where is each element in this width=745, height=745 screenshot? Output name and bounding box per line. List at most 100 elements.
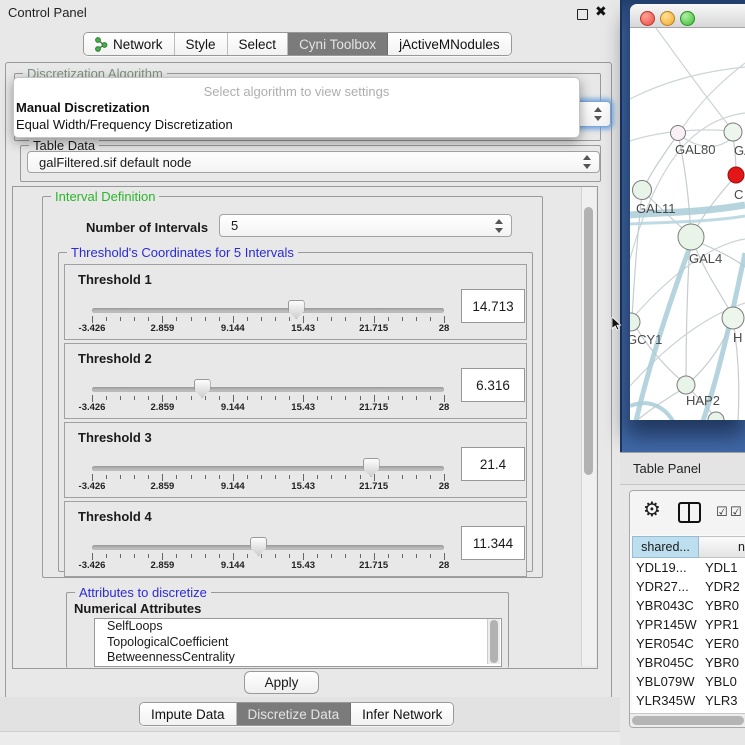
- tab-jactivemnodules[interactable]: jActiveMNodules: [388, 33, 511, 55]
- table-hscrollbar-thumb[interactable]: [632, 716, 744, 725]
- network-node-gal4[interactable]: [678, 224, 704, 250]
- tab-label: Network: [113, 37, 163, 52]
- cyni-bottom-tabbar: Impute DataDiscretize Data Infer Network: [139, 702, 454, 726]
- zoom-traffic-light-icon[interactable]: [680, 11, 695, 26]
- tick-mark: [402, 554, 403, 558]
- tick-mark: [120, 396, 121, 400]
- numerical-attributes-list[interactable]: SelfLoopsTopologicalCoefficientBetweenne…: [94, 618, 502, 667]
- slider-thumb[interactable]: [250, 537, 267, 556]
- settings-scrollbar[interactable]: [581, 187, 596, 666]
- gear-icon[interactable]: ⚙: [643, 497, 661, 522]
- tick-mark: [120, 317, 121, 321]
- threshold-slider[interactable]: -3.4262.8599.14415.4321.71528: [92, 502, 444, 576]
- threshold-value-field[interactable]: 6.316: [461, 368, 525, 402]
- tick-mark: [233, 395, 234, 402]
- slider-track[interactable]: [92, 545, 444, 550]
- columns-icon[interactable]: [678, 502, 701, 523]
- table-row[interactable]: YDL19...YDL1: [632, 558, 745, 577]
- network-window[interactable]: GAL80GACGAL11GAL4GCY1HHAP2: [630, 4, 745, 420]
- control-panel-tabbar: Network Style SelectCyni ToolboxjActiveMNo…: [83, 32, 512, 56]
- node-label: GAL80: [675, 142, 715, 157]
- table-row[interactable]: YPR145WYPR1: [632, 615, 745, 634]
- network-node-hap2[interactable]: [677, 376, 695, 394]
- tick-mark: [345, 396, 346, 400]
- close-traffic-light-icon[interactable]: [640, 11, 655, 26]
- table-hscrollbar[interactable]: [630, 713, 745, 727]
- tab-infer-network[interactable]: Infer Network: [351, 703, 453, 725]
- cell-shared-name: YPR145W: [632, 615, 701, 634]
- attributes-scrollbar[interactable]: [487, 619, 500, 664]
- slider-track[interactable]: [92, 308, 444, 313]
- network-node-gal11[interactable]: [633, 181, 652, 200]
- apply-button[interactable]: Apply: [244, 671, 319, 694]
- tick-mark: [261, 554, 262, 558]
- slider-thumb[interactable]: [194, 379, 211, 398]
- combo-stepper-icon: [583, 155, 592, 169]
- dropdown-option[interactable]: Equal Width/Frequency Discretization: [14, 116, 579, 133]
- tick-mark: [106, 396, 107, 400]
- column-header-name[interactable]: na: [699, 536, 745, 558]
- table-row[interactable]: YBR043CYBR0: [632, 596, 745, 615]
- threshold-slider[interactable]: -3.4262.8599.14415.4321.71528: [92, 423, 444, 497]
- network-node-h[interactable]: [722, 307, 744, 329]
- slider-thumb[interactable]: [363, 458, 380, 477]
- minimize-traffic-light-icon[interactable]: [660, 11, 675, 26]
- tab-label: Style: [186, 37, 216, 52]
- network-node-ga[interactable]: [724, 123, 742, 141]
- table-row[interactable]: YBR045CYBR0: [632, 653, 745, 672]
- slider-thumb[interactable]: [288, 300, 305, 319]
- tick-mark: [402, 475, 403, 479]
- threshold-value-field[interactable]: 14.713: [461, 289, 525, 323]
- threshold-slider[interactable]: -3.4262.8599.14415.4321.71528: [92, 265, 444, 339]
- close-icon[interactable]: ✖: [595, 3, 607, 20]
- attribute-list-item[interactable]: TopologicalCoefficient: [95, 635, 501, 651]
- tab-style[interactable]: Style: [175, 33, 228, 55]
- attribute-list-item[interactable]: BetweennessCentrality: [95, 650, 501, 666]
- node-label: GCY1: [630, 332, 662, 347]
- network-node-gcy1[interactable]: [630, 313, 640, 331]
- cell-shared-name: YBL079W: [632, 672, 701, 691]
- network-icon: [95, 37, 108, 52]
- tab-impute-data[interactable]: Impute Data: [140, 703, 237, 725]
- network-node-c[interactable]: [728, 167, 744, 183]
- tick-label: 15.43: [291, 481, 315, 492]
- network-window-titlebar[interactable]: [630, 4, 745, 28]
- attribute-list-item[interactable]: SelfLoops: [95, 619, 501, 635]
- table-data-combobox[interactable]: galFiltered.sif default node: [27, 151, 600, 173]
- cell-name: YLR3: [701, 691, 738, 710]
- network-node[interactable]: [708, 412, 724, 420]
- table-row[interactable]: YDR27...YDR2: [632, 577, 745, 596]
- table-row[interactable]: YER054CYER0: [632, 634, 745, 653]
- float-window-icon[interactable]: [577, 9, 588, 20]
- table-row[interactable]: YLR345WYLR3: [632, 691, 745, 710]
- settings-scrollbar-thumb[interactable]: [584, 207, 593, 475]
- threshold-row: Threshold 2-3.4262.8599.14415.4321.71528…: [64, 343, 527, 419]
- checkbox-icon[interactable]: ☑: [730, 504, 742, 520]
- network-node-gal80[interactable]: [671, 126, 686, 141]
- threshold-value-field[interactable]: 11.344: [461, 526, 525, 560]
- checkbox-icon[interactable]: ☑: [716, 504, 728, 520]
- tab-select[interactable]: Select: [228, 33, 289, 55]
- tab-label: Infer Network: [362, 707, 442, 722]
- network-edge: [656, 28, 730, 127]
- dropdown-option[interactable]: Manual Discretization: [14, 99, 579, 116]
- tick-mark: [134, 317, 135, 321]
- tab-discretize-data[interactable]: Discretize Data: [237, 703, 352, 725]
- number-of-intervals-combobox[interactable]: 5: [219, 214, 512, 237]
- tab-cyni-toolbox[interactable]: Cyni Toolbox: [288, 33, 388, 55]
- tick-mark: [162, 316, 163, 323]
- tick-mark: [148, 475, 149, 479]
- tick-mark: [430, 317, 431, 321]
- threshold-slider[interactable]: -3.4262.8599.14415.4321.71528: [92, 344, 444, 418]
- tick-mark: [388, 317, 389, 321]
- slider-track[interactable]: [92, 387, 444, 392]
- tab-network[interactable]: Network: [84, 33, 175, 55]
- tick-mark: [176, 317, 177, 321]
- slider-track[interactable]: [92, 466, 444, 471]
- threshold-value-field[interactable]: 21.4: [461, 447, 525, 481]
- table-row[interactable]: YBL079WYBL0: [632, 672, 745, 691]
- network-canvas[interactable]: GAL80GACGAL11GAL4GCY1HHAP2: [630, 28, 745, 420]
- threshold-row: Threshold 1-3.4262.8599.14415.4321.71528…: [64, 264, 527, 340]
- attributes-scrollbar-thumb[interactable]: [490, 620, 498, 663]
- column-header-shared-name[interactable]: shared...: [632, 536, 699, 558]
